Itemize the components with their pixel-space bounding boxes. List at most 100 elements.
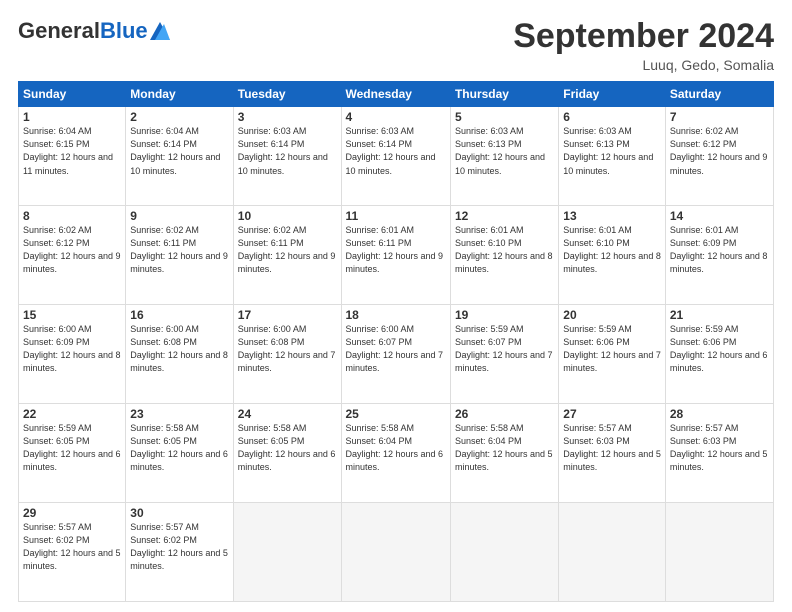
calendar-cell: 21Sunrise: 5:59 AMSunset: 6:06 PMDayligh…: [665, 305, 773, 404]
day-number: 6: [563, 110, 661, 124]
calendar-cell: 24Sunrise: 5:58 AMSunset: 6:05 PMDayligh…: [233, 404, 341, 503]
calendar-week-row: 1Sunrise: 6:04 AMSunset: 6:15 PMDaylight…: [19, 107, 774, 206]
calendar-cell: 11Sunrise: 6:01 AMSunset: 6:11 PMDayligh…: [341, 206, 450, 305]
day-number: 25: [346, 407, 446, 421]
day-number: 15: [23, 308, 121, 322]
page: GeneralBlue September 2024 Luuq, Gedo, S…: [0, 0, 792, 612]
day-info: Sunrise: 5:59 AMSunset: 6:07 PMDaylight:…: [455, 323, 554, 375]
month-title: September 2024: [513, 18, 774, 55]
day-number: 24: [238, 407, 337, 421]
day-number: 9: [130, 209, 228, 223]
calendar-cell: 29Sunrise: 5:57 AMSunset: 6:02 PMDayligh…: [19, 503, 126, 602]
calendar-cell: 20Sunrise: 5:59 AMSunset: 6:06 PMDayligh…: [559, 305, 666, 404]
calendar-week-row: 29Sunrise: 5:57 AMSunset: 6:02 PMDayligh…: [19, 503, 774, 602]
day-info: Sunrise: 6:02 AMSunset: 6:12 PMDaylight:…: [23, 224, 121, 276]
day-info: Sunrise: 6:01 AMSunset: 6:09 PMDaylight:…: [670, 224, 769, 276]
day-number: 5: [455, 110, 554, 124]
day-number: 3: [238, 110, 337, 124]
day-number: 16: [130, 308, 228, 322]
day-info: Sunrise: 6:00 AMSunset: 6:08 PMDaylight:…: [130, 323, 228, 375]
day-number: 10: [238, 209, 337, 223]
calendar-body: 1Sunrise: 6:04 AMSunset: 6:15 PMDaylight…: [19, 107, 774, 602]
day-info: Sunrise: 6:03 AMSunset: 6:14 PMDaylight:…: [346, 125, 446, 177]
day-info: Sunrise: 6:00 AMSunset: 6:07 PMDaylight:…: [346, 323, 446, 375]
calendar-cell: 3Sunrise: 6:03 AMSunset: 6:14 PMDaylight…: [233, 107, 341, 206]
day-info: Sunrise: 5:58 AMSunset: 6:04 PMDaylight:…: [346, 422, 446, 474]
day-of-week-header: Saturday: [665, 82, 773, 107]
day-info: Sunrise: 6:03 AMSunset: 6:14 PMDaylight:…: [238, 125, 337, 177]
day-number: 27: [563, 407, 661, 421]
day-number: 21: [670, 308, 769, 322]
day-info: Sunrise: 6:03 AMSunset: 6:13 PMDaylight:…: [455, 125, 554, 177]
logo-general: General: [18, 18, 100, 44]
day-number: 4: [346, 110, 446, 124]
day-info: Sunrise: 5:57 AMSunset: 6:02 PMDaylight:…: [23, 521, 121, 573]
logo-icon: [150, 22, 170, 40]
calendar-cell: 19Sunrise: 5:59 AMSunset: 6:07 PMDayligh…: [450, 305, 558, 404]
calendar-cell: 10Sunrise: 6:02 AMSunset: 6:11 PMDayligh…: [233, 206, 341, 305]
calendar-cell: [233, 503, 341, 602]
day-number: 29: [23, 506, 121, 520]
calendar-cell: 9Sunrise: 6:02 AMSunset: 6:11 PMDaylight…: [126, 206, 233, 305]
calendar-cell: [665, 503, 773, 602]
day-info: Sunrise: 6:04 AMSunset: 6:15 PMDaylight:…: [23, 125, 121, 177]
day-info: Sunrise: 6:04 AMSunset: 6:14 PMDaylight:…: [130, 125, 228, 177]
calendar-cell: 1Sunrise: 6:04 AMSunset: 6:15 PMDaylight…: [19, 107, 126, 206]
calendar-header-row: SundayMondayTuesdayWednesdayThursdayFrid…: [19, 82, 774, 107]
header: GeneralBlue September 2024 Luuq, Gedo, S…: [18, 18, 774, 73]
calendar-week-row: 8Sunrise: 6:02 AMSunset: 6:12 PMDaylight…: [19, 206, 774, 305]
day-info: Sunrise: 6:02 AMSunset: 6:11 PMDaylight:…: [130, 224, 228, 276]
calendar-cell: 23Sunrise: 5:58 AMSunset: 6:05 PMDayligh…: [126, 404, 233, 503]
day-info: Sunrise: 5:59 AMSunset: 6:06 PMDaylight:…: [670, 323, 769, 375]
logo-blue: Blue: [100, 18, 148, 44]
day-info: Sunrise: 6:02 AMSunset: 6:11 PMDaylight:…: [238, 224, 337, 276]
day-info: Sunrise: 5:57 AMSunset: 6:03 PMDaylight:…: [563, 422, 661, 474]
day-info: Sunrise: 5:59 AMSunset: 6:05 PMDaylight:…: [23, 422, 121, 474]
calendar-cell: 5Sunrise: 6:03 AMSunset: 6:13 PMDaylight…: [450, 107, 558, 206]
calendar-cell: 2Sunrise: 6:04 AMSunset: 6:14 PMDaylight…: [126, 107, 233, 206]
day-number: 18: [346, 308, 446, 322]
day-number: 8: [23, 209, 121, 223]
day-of-week-header: Friday: [559, 82, 666, 107]
calendar-cell: 18Sunrise: 6:00 AMSunset: 6:07 PMDayligh…: [341, 305, 450, 404]
day-number: 1: [23, 110, 121, 124]
location: Luuq, Gedo, Somalia: [513, 57, 774, 73]
day-number: 7: [670, 110, 769, 124]
day-number: 19: [455, 308, 554, 322]
day-info: Sunrise: 5:58 AMSunset: 6:05 PMDaylight:…: [130, 422, 228, 474]
day-info: Sunrise: 5:59 AMSunset: 6:06 PMDaylight:…: [563, 323, 661, 375]
logo-text: GeneralBlue: [18, 18, 170, 44]
day-number: 20: [563, 308, 661, 322]
day-number: 17: [238, 308, 337, 322]
calendar-cell: 17Sunrise: 6:00 AMSunset: 6:08 PMDayligh…: [233, 305, 341, 404]
logo: GeneralBlue: [18, 18, 170, 44]
calendar-cell: 7Sunrise: 6:02 AMSunset: 6:12 PMDaylight…: [665, 107, 773, 206]
day-number: 26: [455, 407, 554, 421]
calendar-cell: 22Sunrise: 5:59 AMSunset: 6:05 PMDayligh…: [19, 404, 126, 503]
day-number: 13: [563, 209, 661, 223]
day-number: 14: [670, 209, 769, 223]
day-number: 30: [130, 506, 228, 520]
day-of-week-header: Tuesday: [233, 82, 341, 107]
day-info: Sunrise: 5:58 AMSunset: 6:05 PMDaylight:…: [238, 422, 337, 474]
day-info: Sunrise: 6:00 AMSunset: 6:09 PMDaylight:…: [23, 323, 121, 375]
day-info: Sunrise: 6:01 AMSunset: 6:10 PMDaylight:…: [563, 224, 661, 276]
calendar-cell: 16Sunrise: 6:00 AMSunset: 6:08 PMDayligh…: [126, 305, 233, 404]
calendar-week-row: 22Sunrise: 5:59 AMSunset: 6:05 PMDayligh…: [19, 404, 774, 503]
calendar-cell: [559, 503, 666, 602]
calendar: SundayMondayTuesdayWednesdayThursdayFrid…: [18, 81, 774, 602]
day-of-week-header: Monday: [126, 82, 233, 107]
day-number: 28: [670, 407, 769, 421]
calendar-cell: [341, 503, 450, 602]
calendar-week-row: 15Sunrise: 6:00 AMSunset: 6:09 PMDayligh…: [19, 305, 774, 404]
day-info: Sunrise: 6:01 AMSunset: 6:10 PMDaylight:…: [455, 224, 554, 276]
calendar-table: SundayMondayTuesdayWednesdayThursdayFrid…: [18, 81, 774, 602]
day-info: Sunrise: 6:01 AMSunset: 6:11 PMDaylight:…: [346, 224, 446, 276]
day-number: 23: [130, 407, 228, 421]
title-area: September 2024 Luuq, Gedo, Somalia: [513, 18, 774, 73]
day-number: 2: [130, 110, 228, 124]
day-info: Sunrise: 6:03 AMSunset: 6:13 PMDaylight:…: [563, 125, 661, 177]
day-of-week-header: Wednesday: [341, 82, 450, 107]
calendar-cell: 30Sunrise: 5:57 AMSunset: 6:02 PMDayligh…: [126, 503, 233, 602]
calendar-cell: 15Sunrise: 6:00 AMSunset: 6:09 PMDayligh…: [19, 305, 126, 404]
